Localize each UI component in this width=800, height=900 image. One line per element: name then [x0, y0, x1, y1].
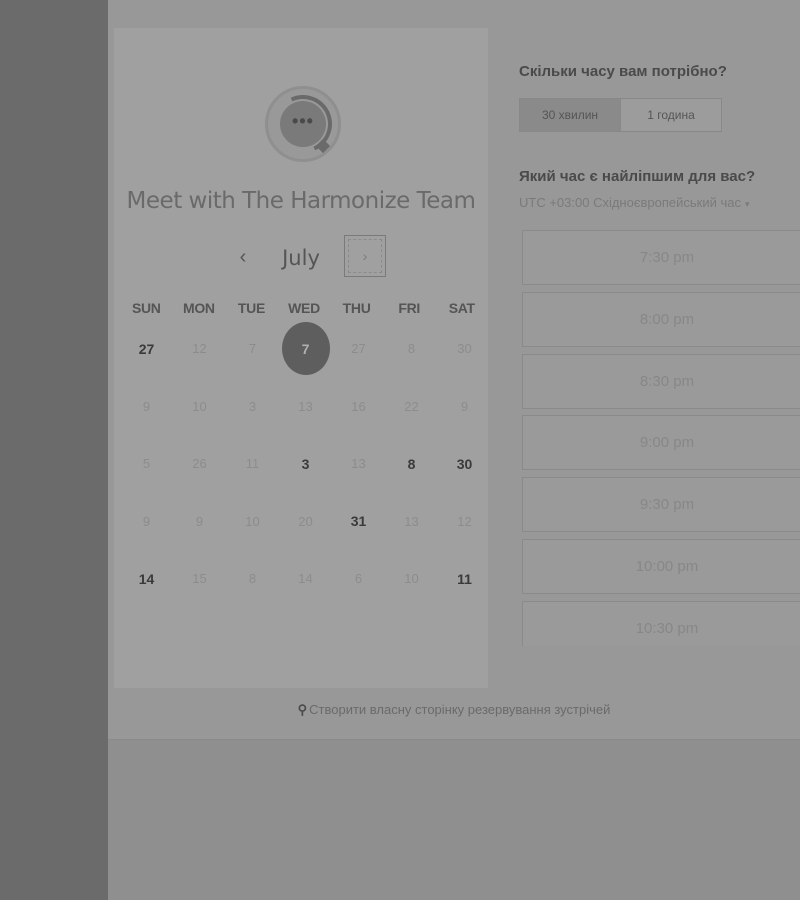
- weekday-label: THU: [342, 300, 371, 316]
- calendar-day: 9: [142, 513, 151, 529]
- selected-day-circle[interactable]: 7: [281, 322, 330, 376]
- time-slot-button[interactable]: 10:00 pm: [522, 538, 800, 594]
- weekday-label: TUE: [237, 300, 265, 316]
- prev-month-button[interactable]: ‹: [232, 243, 254, 271]
- calendar-day: 14: [298, 571, 313, 587]
- team-avatar: •••: [265, 86, 341, 162]
- calendar-day[interactable]: 11: [438, 550, 491, 607]
- time-slot-button[interactable]: 7:30 pm: [522, 230, 800, 285]
- hubspot-sprocket-icon: ⚲: [297, 702, 308, 717]
- calendar-day: 8: [407, 341, 416, 357]
- duration-toggle: 30 хвилин 1 година: [519, 98, 722, 132]
- calendar-day: 13: [351, 456, 366, 472]
- duration-option-30min[interactable]: 30 хвилин: [520, 99, 621, 131]
- calendar-day: 10: [245, 513, 260, 529]
- calendar-day: 15: [192, 571, 207, 587]
- create-booking-page-text: Створити власну сторінку резервування зу…: [309, 702, 611, 717]
- weekday-label: SAT: [448, 300, 475, 316]
- duration-option-1hour[interactable]: 1 година: [621, 99, 721, 131]
- calendar-week-row: 14 15 8 14 6 10 11: [120, 550, 491, 608]
- calendar-day[interactable]: 27: [120, 320, 173, 377]
- calendar-day: 9: [195, 513, 204, 529]
- weekday-label: WED: [288, 300, 320, 316]
- weekday-label: FRI: [398, 300, 420, 316]
- calendar-week-row: 5 26 11 3 13 8 30: [120, 435, 491, 493]
- calendar-day[interactable]: 14: [120, 550, 173, 607]
- weekday-label: SUN: [131, 300, 161, 316]
- weekday-label: MON: [182, 300, 215, 316]
- calendar-day: 26: [192, 456, 207, 472]
- calendar-day: 16: [351, 398, 366, 414]
- time-slot-list[interactable]: 7:30 pm 8:00 pm 8:30 pm 9:00 pm 9:30 pm …: [522, 230, 800, 646]
- calendar-day: 13: [404, 513, 419, 529]
- calendar-day: 9: [460, 398, 469, 414]
- meeting-title: Meet with The Harmonize Team: [126, 188, 476, 214]
- days-grid: 27 12 7 7 27 8 30 9 10 3 13 16 22 9 5 26 11 3 13 8 30 9 9 10 20 3…: [120, 320, 491, 608]
- next-month-button[interactable]: ›: [344, 235, 386, 277]
- calendar-day: 3: [248, 398, 257, 414]
- calendar-day: 12: [192, 341, 207, 357]
- calendar-day: 30: [457, 341, 472, 357]
- calendar-week-row: 9 9 10 20 31 13 12: [120, 493, 491, 551]
- calendar-day: 27: [351, 341, 366, 357]
- main-area: ••• Meet with The Harmonize Team ‹ July …: [108, 0, 800, 900]
- month-navigation: ‹ July ›: [114, 233, 488, 283]
- time-slot-button[interactable]: 9:00 pm: [522, 415, 800, 471]
- calendar-day: 12: [457, 513, 472, 529]
- calendar-day: 7: [248, 341, 257, 357]
- calendar-day: 8: [248, 571, 257, 587]
- calendar-week-row: 9 10 3 13 16 22 9: [120, 378, 491, 436]
- calendar-day: 5: [142, 456, 151, 472]
- calendar-day[interactable]: 30: [438, 435, 491, 492]
- calendar-day[interactable]: 3: [279, 435, 332, 492]
- timezone-selector[interactable]: UTC +03:00 Східноєвропейський час ▾: [519, 195, 750, 210]
- calendar-day[interactable]: 31: [332, 493, 385, 550]
- time-slot-button[interactable]: 10:30 pm: [522, 600, 800, 646]
- calendar-week-row: 27 12 7 7 27 8 30: [120, 320, 491, 378]
- calendar-card: ••• Meet with The Harmonize Team ‹ July …: [114, 28, 488, 688]
- timezone-label: UTC +03:00 Східноєвропейський час: [519, 195, 741, 210]
- left-dark-strip: [0, 0, 108, 900]
- calendar-day-selected[interactable]: 7: [279, 320, 332, 377]
- month-label: July: [282, 246, 320, 270]
- calendar-day: 9: [142, 398, 151, 414]
- calendar-day: 6: [354, 571, 363, 587]
- ellipsis-icon: •••: [292, 111, 314, 131]
- calendar-day: 10: [404, 571, 419, 587]
- caret-down-icon: ▾: [744, 199, 750, 209]
- time-slot-button[interactable]: 9:30 pm: [522, 477, 800, 533]
- time-slot-button[interactable]: 8:00 pm: [522, 291, 800, 347]
- duration-heading: Скільки часу вам потрібно?: [519, 63, 727, 80]
- calendar-day[interactable]: 8: [385, 435, 438, 492]
- calendar-day: 20: [298, 513, 313, 529]
- calendar-day: 13: [298, 398, 313, 414]
- calendar-day: 10: [192, 398, 207, 414]
- calendar-day: 11: [245, 456, 260, 472]
- booking-widget: ••• Meet with The Harmonize Team ‹ July …: [108, 0, 800, 740]
- calendar-day: 22: [404, 398, 419, 414]
- time-slot-button[interactable]: 8:30 pm: [522, 353, 800, 409]
- weekday-header: SUN MON TUE WED THU FRI SAT: [114, 300, 488, 316]
- time-heading: Який час є найліпшим для вас?: [519, 168, 756, 185]
- create-booking-page-link[interactable]: ⚲ Створити власну сторінку резервування з…: [108, 702, 800, 718]
